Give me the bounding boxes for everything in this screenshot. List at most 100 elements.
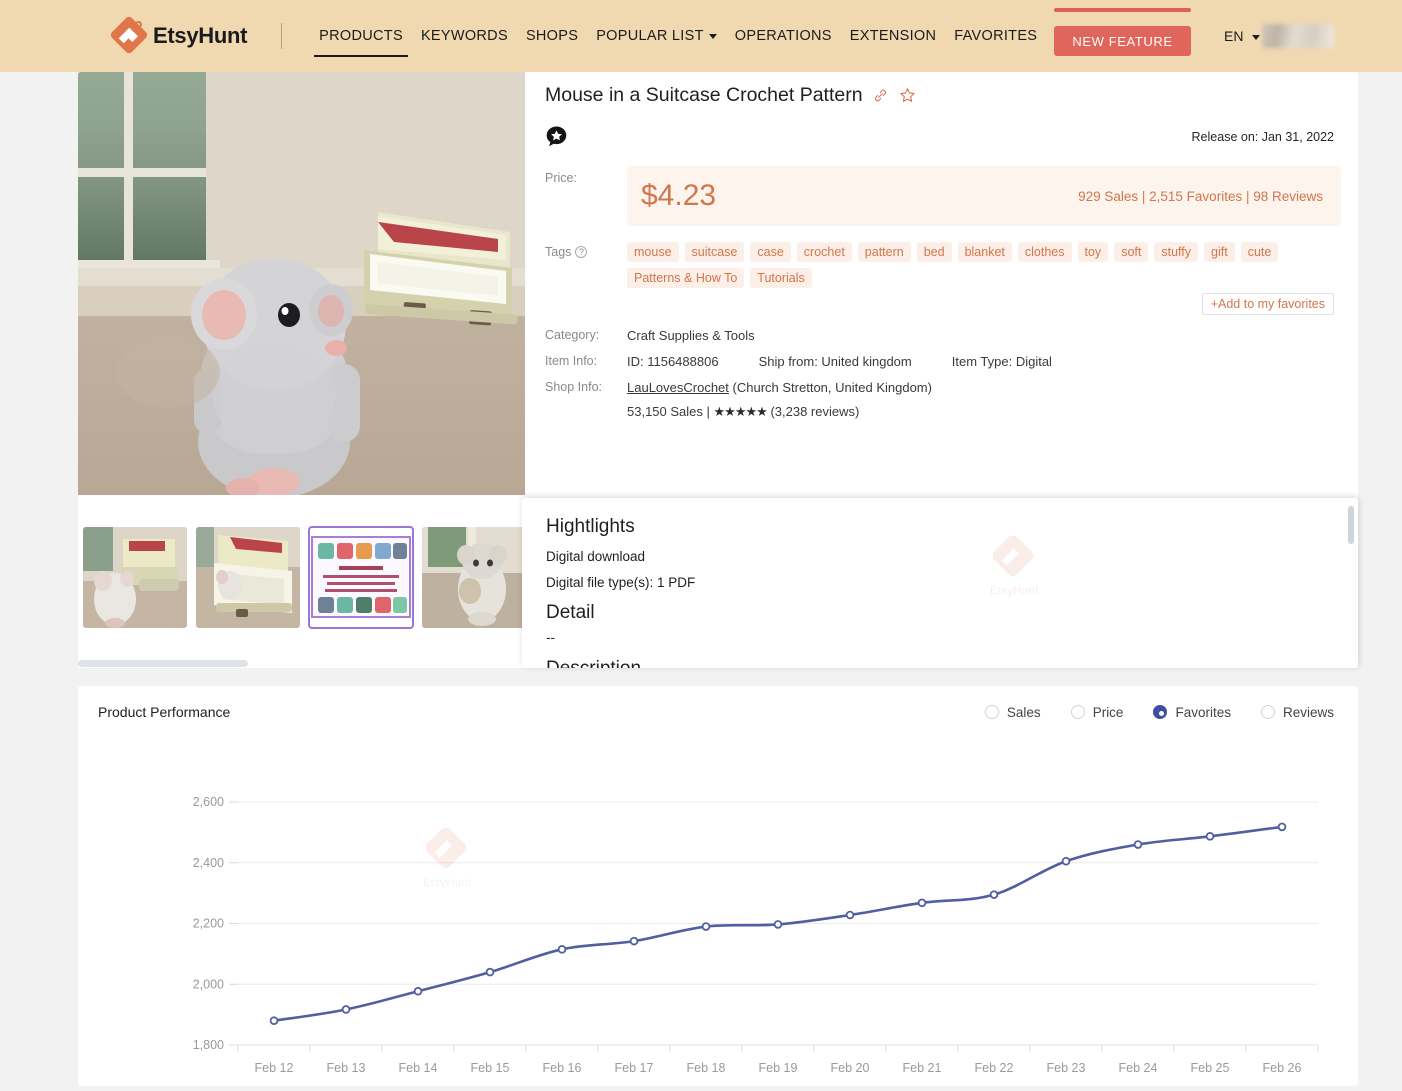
top-navigation-bar: EtsyHunt PRODUCTS KEYWORDS SHOPS POPULAR… (0, 0, 1402, 72)
chart-data-point[interactable] (631, 938, 638, 945)
chart-header: Product Performance SalesPriceFavoritesR… (78, 686, 1358, 738)
radio-label: Price (1093, 705, 1124, 720)
language-selector[interactable]: EN (1224, 28, 1260, 44)
tag-chip[interactable]: Patterns & How To (627, 268, 744, 288)
chart-data-point[interactable] (415, 988, 422, 995)
brand-logo[interactable]: EtsyHunt (113, 19, 247, 53)
y-axis-tick-label: 2,600 (193, 795, 224, 809)
tag-chip[interactable]: case (750, 242, 790, 262)
radio-reviews[interactable]: Reviews (1261, 705, 1334, 720)
radio-dot-icon[interactable] (985, 705, 999, 719)
help-question-icon[interactable]: ? (575, 246, 587, 258)
x-axis-tick-label: Feb 17 (615, 1061, 654, 1075)
chart-data-point[interactable] (271, 1017, 278, 1024)
page-title: Mouse in a Suitcase Crochet Pattern (545, 84, 863, 107)
chart-data-point[interactable] (1207, 833, 1214, 840)
radio-dot-icon[interactable] (1153, 705, 1167, 719)
nav-item-extension[interactable]: EXTENSION (841, 22, 946, 50)
thumbnail-image (83, 527, 187, 628)
nav-item-keywords[interactable]: KEYWORDS (412, 22, 517, 50)
item-type: Item Type: Digital (952, 354, 1052, 369)
thumbnail-1[interactable] (83, 527, 187, 628)
nav-item-shops[interactable]: SHOPS (517, 22, 587, 50)
chart-data-point[interactable] (919, 899, 926, 906)
tag-chip[interactable]: bed (917, 242, 952, 262)
chart-data-point[interactable] (1063, 858, 1070, 865)
tag-chip[interactable]: mouse (627, 242, 679, 262)
chart-data-point[interactable] (775, 921, 782, 928)
tag-chip[interactable]: stuffy (1154, 242, 1198, 262)
shop-sales: 53,150 Sales (627, 404, 703, 419)
detail-heading: Detail (546, 602, 1336, 624)
thumbnail-2[interactable] (196, 527, 300, 628)
star-seller-badge-icon[interactable] (545, 125, 568, 148)
scrollbar-thumb[interactable] (78, 660, 248, 667)
radio-sales[interactable]: Sales (985, 705, 1041, 720)
x-axis-tick-label: Feb 15 (471, 1061, 510, 1075)
radio-price[interactable]: Price (1071, 705, 1124, 720)
x-axis-tick-label: Feb 21 (903, 1061, 942, 1075)
chart-data-point[interactable] (847, 912, 854, 919)
favorite-star-icon[interactable] (898, 86, 917, 105)
tag-chip[interactable]: soft (1114, 242, 1148, 262)
thumbnail-3[interactable] (309, 527, 413, 628)
x-axis-tick-label: Feb 26 (1263, 1061, 1302, 1075)
radio-dot-icon[interactable] (1071, 705, 1085, 719)
user-account-avatar[interactable] (1262, 24, 1334, 48)
add-to-favorites-button[interactable]: +Add to my favorites (1202, 293, 1334, 315)
highlight-item-2: Digital file type(s): 1 PDF (546, 575, 1336, 590)
nav-item-operations[interactable]: OPERATIONS (726, 22, 841, 50)
shop-name-link[interactable]: LauLovesCrochet (627, 380, 729, 395)
x-axis-tick-label: Feb 25 (1191, 1061, 1230, 1075)
details-scrollbar[interactable] (1348, 506, 1354, 544)
product-info: Mouse in a Suitcase Crochet Pattern Rele… (545, 84, 1345, 420)
tag-chip[interactable]: gift (1204, 242, 1235, 262)
shop-review-count: (3,238 reviews) (770, 404, 859, 419)
main-image-graphic (78, 72, 525, 495)
radio-label: Favorites (1175, 705, 1231, 720)
chevron-down-icon (1252, 35, 1260, 40)
tag-chip[interactable]: pattern (858, 242, 911, 262)
performance-line-chart: 1,8002,0002,2002,4002,600Feb 12Feb 13Feb… (78, 738, 1358, 1086)
chevron-down-icon (709, 34, 717, 39)
chart-data-point[interactable] (487, 969, 494, 976)
detail-body: -- (546, 630, 1336, 645)
tags-label-text: Tags (545, 245, 571, 259)
nav-item-popular-list[interactable]: POPULAR LIST (587, 22, 726, 50)
tag-chip[interactable]: clothes (1018, 242, 1072, 262)
tag-chip[interactable]: suitcase (685, 242, 745, 262)
tags-label: Tags ? (545, 242, 627, 259)
radio-dot-icon[interactable] (1261, 705, 1275, 719)
chart-data-point[interactable] (703, 923, 710, 930)
tag-chip[interactable]: crochet (797, 242, 852, 262)
tag-list: mouse suitcasecase crochet pattern bed blanke… (627, 242, 1345, 288)
y-axis-tick-label: 1,800 (193, 1038, 224, 1052)
product-main-image[interactable] (78, 72, 525, 495)
tag-chip[interactable]: cute (1241, 242, 1279, 262)
nav-item-products[interactable]: PRODUCTS (310, 22, 412, 50)
shop-info-label: Shop Info: (545, 380, 627, 420)
thumbnail-4[interactable] (422, 527, 526, 628)
tag-chip[interactable]: blanket (958, 242, 1012, 262)
copy-link-icon[interactable] (872, 87, 889, 104)
chart-data-point[interactable] (1279, 824, 1286, 831)
nav-item-favorites[interactable]: FAVORITES (945, 22, 1046, 50)
chart-data-point[interactable] (1135, 841, 1142, 848)
radio-favorites[interactable]: Favorites (1153, 705, 1231, 720)
chart-data-point[interactable] (991, 891, 998, 898)
thumbnail-image (422, 527, 526, 628)
new-feature-button[interactable]: NEW FEATURE (1054, 26, 1191, 56)
nav-label: SHOPS (526, 28, 578, 44)
product-details-card: Hightlights Digital download Digital fil… (522, 498, 1358, 668)
tag-chip[interactable]: toy (1078, 242, 1109, 262)
product-performance-card: Product Performance SalesPriceFavoritesR… (78, 686, 1358, 1086)
x-axis-tick-label: Feb 19 (759, 1061, 798, 1075)
x-axis-tick-label: Feb 18 (687, 1061, 726, 1075)
tags-row: Tags ? mouse suitcasecase crochet pattern be… (545, 242, 1345, 288)
add-favorite-row: +Add to my favorites (545, 293, 1345, 317)
chart-data-point[interactable] (559, 946, 566, 953)
tag-chip[interactable]: Tutorials (750, 268, 811, 288)
shop-star-rating: ★★★★★ (714, 404, 767, 419)
highlights-heading: Hightlights (546, 516, 1336, 538)
chart-data-point[interactable] (343, 1006, 350, 1013)
